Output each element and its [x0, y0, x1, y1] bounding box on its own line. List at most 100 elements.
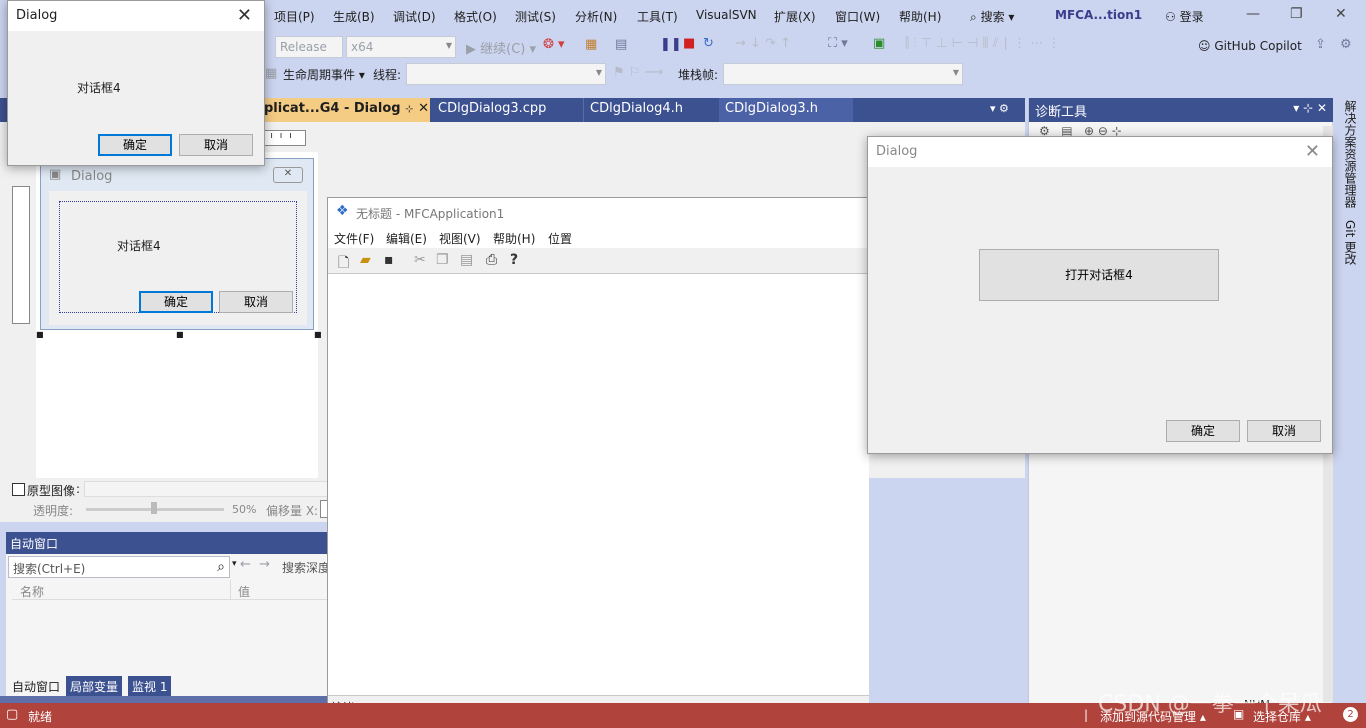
close-icon[interactable]: ✕	[1305, 141, 1320, 162]
app-icon: ❖	[336, 203, 349, 219]
copy-icon[interactable]: ❐	[436, 252, 449, 268]
menu-item-project[interactable]: 项目(P)	[274, 8, 315, 25]
open-dialog4-button[interactable]: 打开对话框4	[979, 249, 1219, 301]
hot-reload-icon[interactable]: ❂ ▾	[543, 37, 565, 52]
side-tab-git-changes[interactable]: Git 更改	[1342, 220, 1359, 265]
step-icons[interactable]: → ↓ ↷ ↑	[735, 36, 791, 51]
align-icons[interactable]: ⫿ ⫶ ⊤ ⊥ ⊢ ⊣ ⫼ ⫽ ∣ ⋮ ⋯ ⋮	[905, 36, 1060, 51]
menu-item-extensions[interactable]: 扩展(X)	[774, 8, 816, 25]
save-icon[interactable]: ▪	[384, 252, 394, 268]
nav-arrows-icon[interactable]: ← →	[240, 557, 270, 572]
copilot-button[interactable]: ☺ GitHub Copilot	[1198, 39, 1302, 53]
search-icon[interactable]: ⌕	[217, 559, 225, 575]
pause-icon[interactable]: ❚❚	[660, 37, 682, 52]
print-icon[interactable]: ⎙	[486, 252, 497, 268]
panel-controls-icon[interactable]: ▾ ⊹ ✕	[1293, 101, 1327, 115]
new-file-icon[interactable]: 🗋	[338, 252, 349, 276]
pin-icon[interactable]: ⊹	[405, 104, 413, 115]
designed-dialog[interactable]: ▣ Dialog ✕ 对话框4 确定 取消	[40, 158, 314, 330]
main-ok-button[interactable]: 确定	[1166, 420, 1240, 442]
notification-badge[interactable]: 2	[1343, 707, 1358, 722]
search-menu[interactable]: ⌕ 搜索 ▾	[970, 8, 1014, 25]
resize-handle[interactable]: ■	[36, 330, 44, 339]
thread-label: 线程:	[373, 68, 402, 82]
settings-icon[interactable]: ⚙	[1340, 37, 1352, 52]
dialog4-cancel-button[interactable]: 取消	[179, 134, 253, 156]
status-ready: 就绪	[28, 710, 53, 724]
paste-icon[interactable]: ▤	[460, 252, 473, 268]
autos-search-input[interactable]: 搜索(Ctrl+E) ⌕	[8, 556, 230, 578]
menu-item-window[interactable]: 窗口(W)	[835, 8, 880, 25]
prototype-path-field[interactable]	[84, 481, 328, 497]
open-folder-icon[interactable]: ▰	[360, 252, 371, 268]
main-dialog: Dialog ✕ 打开对话框4 确定 取消	[867, 136, 1333, 454]
opacity-slider-thumb[interactable]	[151, 502, 157, 514]
tab-locals[interactable]: 局部变量	[66, 676, 123, 696]
dialog4: Dialog ✕ 对话框4 确定 取消	[7, 0, 265, 166]
share-icon[interactable]: ⇪	[1315, 37, 1326, 52]
continue-button[interactable]: ▶ 继续(C) ▾	[466, 38, 536, 57]
flag-icons[interactable]: ⚑ ⚐ ⟿	[613, 65, 663, 80]
screen-icon[interactable]: ▣	[873, 36, 885, 51]
menu-item-help[interactable]: 帮助(H)	[899, 8, 941, 25]
platform-combo[interactable]: x64 ▼	[346, 36, 456, 58]
main-cancel-button[interactable]: 取消	[1247, 420, 1321, 442]
mfc-menu-view[interactable]: 视图(V)	[439, 230, 481, 247]
stop-icon[interactable]: ■	[683, 36, 695, 51]
menu-item-visualsvn[interactable]: VisualSVN	[696, 8, 757, 22]
side-tab-solution-explorer[interactable]: 解决方案资源管理器	[1342, 100, 1359, 208]
dialog4-ok-button[interactable]: 确定	[98, 134, 172, 156]
resize-handle[interactable]: ■	[176, 330, 184, 339]
menu-item-analyze[interactable]: 分析(N)	[575, 8, 617, 25]
cut-icon[interactable]: ✂	[414, 252, 426, 268]
lifecycle-events-label[interactable]: 生命周期事件 ▾	[283, 66, 365, 83]
thread-combo[interactable]: ▼	[406, 63, 606, 85]
config-combo[interactable]: Release	[275, 36, 343, 58]
mfc-client-area[interactable]	[328, 275, 869, 695]
tab-watch-1[interactable]: 监视 1	[128, 676, 172, 696]
designer-cancel-button[interactable]: 取消	[219, 291, 293, 313]
close-icon[interactable]: ✕	[418, 101, 429, 116]
folder-icon[interactable]: ▦	[585, 37, 597, 52]
mfc-menu-edit[interactable]: 编辑(E)	[386, 230, 427, 247]
tab-cdlgdialog3-cpp[interactable]: CDlgDialog3.cpp	[432, 98, 582, 122]
menu-item-tools[interactable]: 工具(T)	[637, 8, 678, 25]
mfc-menu-file[interactable]: 文件(F)	[334, 230, 374, 247]
close-icon: ✕	[273, 167, 303, 183]
menu-item-build[interactable]: 生成(B)	[333, 8, 375, 25]
dialog-icon: ▣	[49, 167, 62, 182]
mfc-menu-position[interactable]: 位置	[548, 230, 572, 247]
menu-item-test[interactable]: 测试(S)	[515, 8, 556, 25]
menu-item-format[interactable]: 格式(O)	[454, 8, 497, 25]
close-icon[interactable]: ✕	[237, 5, 252, 26]
tab-cdlgdialog4-h[interactable]: CDlgDialog4.h	[583, 98, 717, 122]
tab-cdlgdialog3-h[interactable]: CDlgDialog3.h	[719, 98, 853, 122]
help-icon[interactable]: ?	[510, 252, 518, 268]
chevron-down-icon: ▼	[952, 68, 959, 77]
chevron-down-icon[interactable]: ▾	[232, 559, 237, 569]
window-layout-icon[interactable]: ▤	[615, 37, 627, 52]
restore-button[interactable]: ❐	[1290, 6, 1303, 22]
prototype-bar: 原型图像 : 透明度: 50% 偏移量 X:	[0, 478, 328, 522]
tab-autos[interactable]: 自动窗口	[8, 676, 65, 696]
resize-handle[interactable]: ■	[314, 330, 322, 339]
designer-ok-button[interactable]: 确定	[139, 291, 213, 313]
offset-label: 偏移量 X:	[266, 504, 319, 518]
tab-dialog-designer[interactable]: plicat...G4 - Dialog ⊹ ✕	[258, 98, 430, 122]
mfc-menu-help[interactable]: 帮助(H)	[493, 230, 535, 247]
copilot-icon: ☺	[1198, 39, 1211, 53]
login-button[interactable]: ⚇ 登录	[1165, 8, 1204, 25]
diagnostic-icon[interactable]: ⛶ ▾	[828, 36, 848, 51]
tab-overflow-icon[interactable]: ▾ ⚙	[990, 102, 1009, 115]
prototype-checkbox[interactable]	[12, 483, 25, 496]
restart-icon[interactable]: ↻	[703, 36, 714, 51]
minimize-button[interactable]: —	[1246, 6, 1260, 22]
menu-item-debug[interactable]: 调试(D)	[393, 8, 436, 25]
stackframe-combo[interactable]: ▼	[723, 63, 963, 85]
close-window-button[interactable]: ✕	[1335, 6, 1347, 22]
autos-window-header: 自动窗口	[6, 532, 328, 554]
ruler-vertical	[12, 186, 30, 324]
output-icon[interactable]: ▢	[6, 707, 18, 722]
mfc-window-title: 无标题 - MFCApplication1	[356, 207, 505, 221]
static-text[interactable]: 对话框4	[117, 237, 161, 254]
